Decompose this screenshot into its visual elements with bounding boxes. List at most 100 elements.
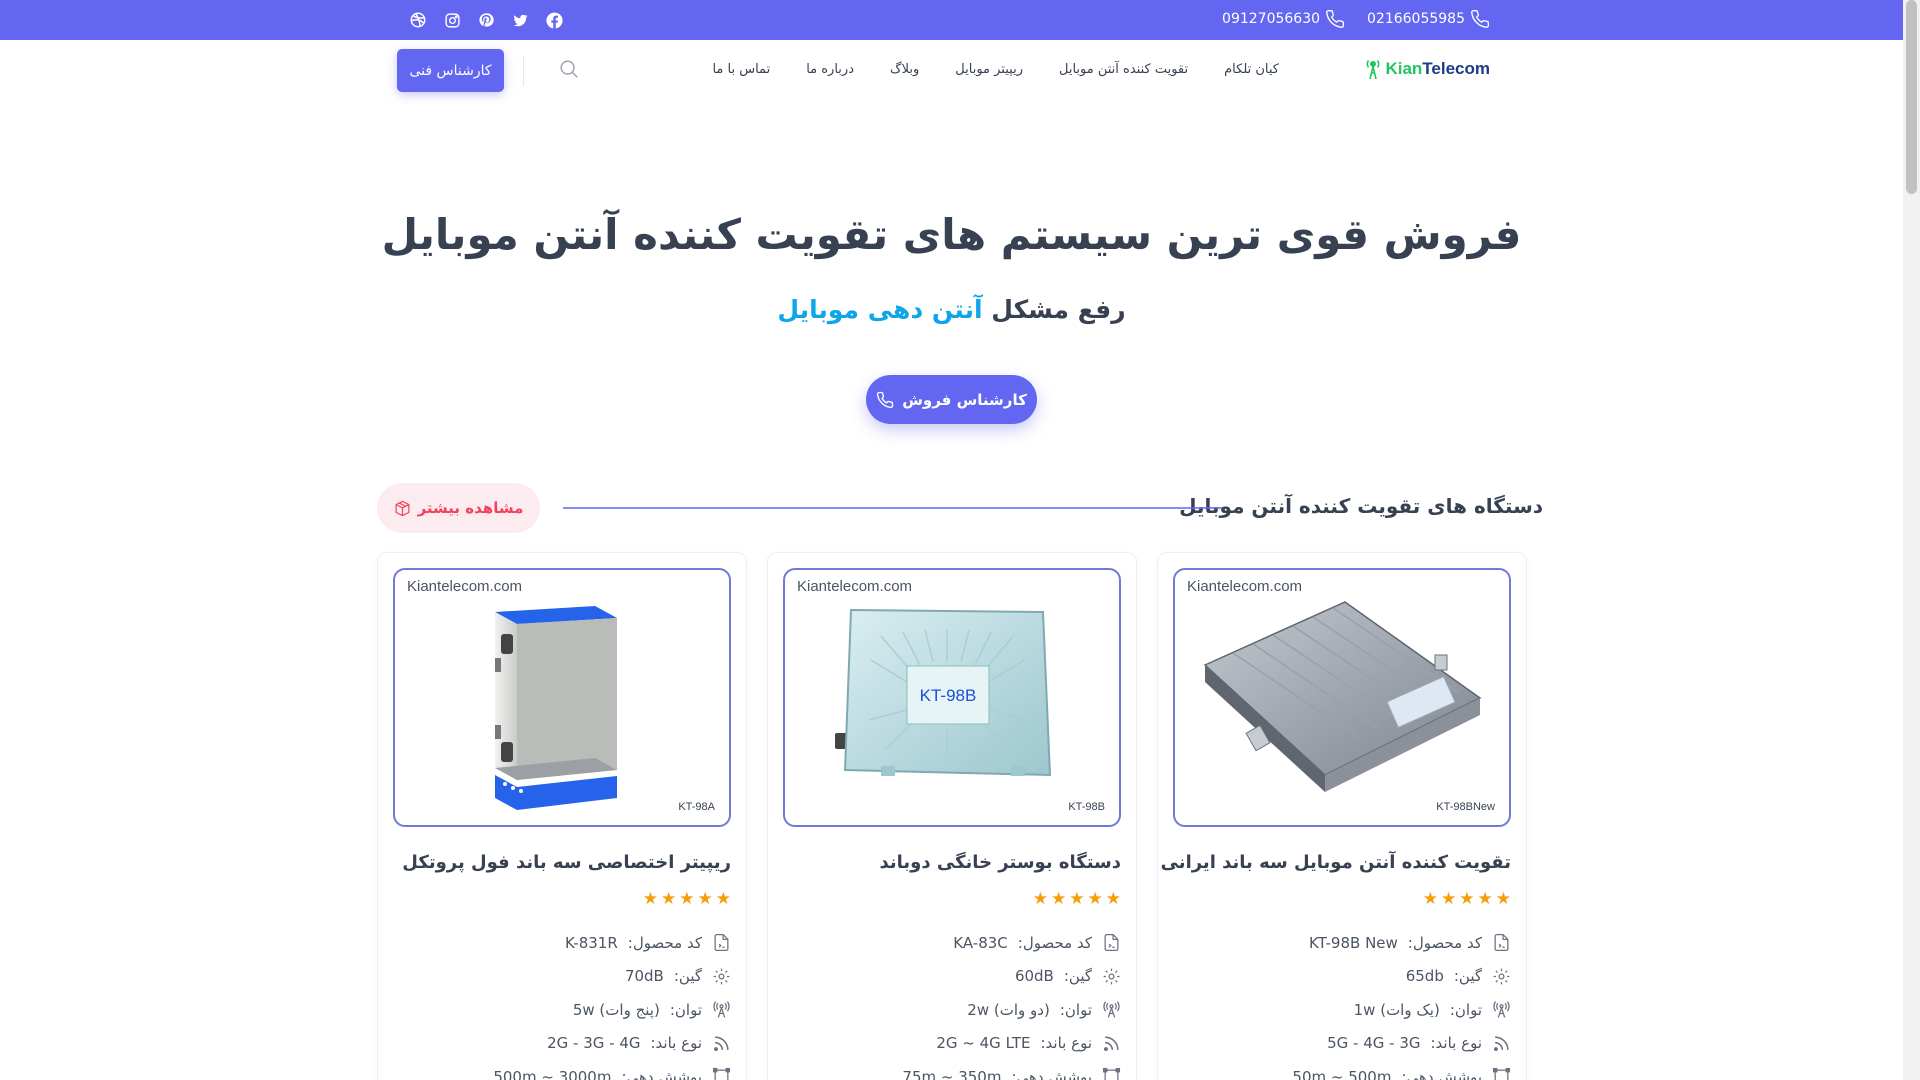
spec-power: توان: 5w (پنج وات) bbox=[493, 993, 731, 1027]
product-card: Kiantelecom.com KT-98A ریپیتر اختصاصی سه… bbox=[377, 552, 747, 1080]
nav-item-about[interactable]: درباره ما bbox=[806, 62, 854, 77]
product-card: Kiantelecom.com KT-98BNew تقویت کننده آن… bbox=[1157, 552, 1527, 1080]
spec-value: KA-83C bbox=[953, 933, 1008, 952]
sales-button-label: کارشناس فروش bbox=[902, 390, 1027, 409]
sales-expert-button[interactable]: کارشناس فروش bbox=[866, 375, 1037, 424]
image-model-label: KT-98BNew bbox=[1436, 801, 1495, 813]
hero-subtitle-prefix: رفع مشکل bbox=[991, 295, 1126, 324]
spec-value: 75m ~ 350m bbox=[902, 1067, 1002, 1080]
spec-coverage: پوشش دهی: 500m ~ 3000m bbox=[493, 1060, 731, 1080]
spec-label: توان: bbox=[1059, 1000, 1092, 1019]
section-title: دستگاه های تقویت کننده آنتن موبایل bbox=[1179, 494, 1543, 518]
spec-product-code: کد محصول: KA-83C bbox=[902, 926, 1121, 960]
phone-numbers: 09127056630 02166055985 bbox=[1222, 9, 1490, 29]
spec-label: نوع باند: bbox=[650, 1034, 703, 1053]
spec-value: 50m ~ 500m bbox=[1292, 1067, 1392, 1080]
area-icon bbox=[1102, 1068, 1121, 1080]
site-logo[interactable]: KianTelecom bbox=[1365, 58, 1490, 80]
antenna-icon bbox=[1493, 1001, 1510, 1018]
product-image[interactable]: KT-98B Kiantelecom.com KT-98B bbox=[783, 568, 1121, 827]
area-icon bbox=[712, 1068, 731, 1080]
dribbble-icon[interactable] bbox=[408, 10, 428, 30]
star-icon: ★ bbox=[1032, 889, 1048, 909]
repeater-cabinet-image bbox=[495, 606, 617, 810]
nav-item-antenna-booster[interactable]: تقویت کننده آنتن موبایل bbox=[1059, 62, 1188, 77]
star-icon: ★ bbox=[1069, 889, 1085, 909]
product-title[interactable]: ریپیتر اختصاصی سه باند فول پروتکل bbox=[402, 852, 731, 873]
document-icon bbox=[1104, 934, 1119, 952]
spec-value: KT-98B New bbox=[1309, 933, 1398, 952]
image-model-label: KT-98B bbox=[1068, 801, 1105, 813]
product-card: KT-98B Kiantelecom.com KT-98B دستگاه بوس… bbox=[767, 552, 1137, 1080]
product-image[interactable]: Kiantelecom.com KT-98A bbox=[393, 568, 731, 827]
spec-label: پوشش دهی: bbox=[621, 1067, 702, 1080]
star-icon: ★ bbox=[1495, 889, 1511, 909]
spec-gain: گین: 70dB bbox=[493, 960, 731, 994]
phone-icon bbox=[1326, 9, 1345, 28]
spec-label: گین: bbox=[673, 967, 702, 986]
gear-icon bbox=[1103, 968, 1120, 985]
star-icon: ★ bbox=[1422, 889, 1438, 909]
spec-label: نوع باند: bbox=[1040, 1034, 1093, 1053]
rating-stars: ★ ★ ★ ★ ★ bbox=[1423, 891, 1511, 908]
phone-icon bbox=[1471, 9, 1490, 28]
phone-number: 02166055985 bbox=[1367, 11, 1465, 27]
spec-label: گین: bbox=[1453, 967, 1482, 986]
twitter-icon[interactable] bbox=[510, 10, 530, 30]
product-title[interactable]: دستگاه بوستر خانگی دوباند bbox=[880, 852, 1122, 873]
nav-item-repeater[interactable]: ریپیتر موبایل bbox=[955, 62, 1023, 77]
spec-product-code: کد محصول: KT-98B New bbox=[1292, 926, 1511, 960]
star-icon: ★ bbox=[1051, 889, 1067, 909]
phone-link-2[interactable]: 09127056630 bbox=[1222, 9, 1345, 29]
star-icon: ★ bbox=[661, 889, 677, 909]
star-icon: ★ bbox=[642, 889, 658, 909]
spec-power: توان: 2w (دو وات) bbox=[902, 993, 1121, 1027]
spec-label: پوشش دهی: bbox=[1011, 1067, 1092, 1080]
spec-label: پوشش دهی: bbox=[1401, 1067, 1482, 1080]
rss-signal-icon bbox=[1103, 1036, 1119, 1051]
device-label: KT-98B bbox=[920, 686, 977, 705]
nav-item-contact[interactable]: تماس با ما bbox=[712, 62, 770, 77]
nav-item-blog[interactable]: وبلاگ bbox=[890, 62, 919, 77]
technical-expert-button[interactable]: کارشناس فنی bbox=[397, 49, 504, 92]
phone-link-1[interactable]: 02166055985 bbox=[1367, 9, 1490, 29]
phone-icon bbox=[877, 391, 894, 408]
spec-value: 5w (پنج وات) bbox=[572, 1000, 660, 1019]
product-specs: کد محصول: KA-83C گین: 60dB توان: 2w (دو … bbox=[902, 926, 1121, 1080]
rss-signal-icon bbox=[713, 1036, 729, 1051]
product-title[interactable]: تقویت کننده آنتن موبایل سه باند ایرانی bbox=[1161, 852, 1511, 873]
nav-divider bbox=[523, 56, 524, 86]
social-links bbox=[408, 10, 564, 30]
rss-signal-icon bbox=[1493, 1036, 1509, 1051]
instagram-icon[interactable] bbox=[442, 10, 462, 30]
pinterest-icon[interactable] bbox=[476, 10, 496, 30]
hero-subtitle-highlight: آنتن دهی موبایل bbox=[777, 295, 983, 324]
spec-label: کد محصول: bbox=[627, 933, 702, 952]
booster-device-image: KT-98B bbox=[835, 608, 1052, 777]
gear-icon bbox=[1493, 968, 1510, 985]
spec-label: کد محصول: bbox=[1017, 933, 1092, 952]
image-model-label: KT-98A bbox=[678, 801, 715, 813]
hero-title: فروش قوی ترین سیستم های تقویت کننده آنتن… bbox=[381, 210, 1522, 259]
spec-power: توان: 1w (یک وات) bbox=[1292, 993, 1511, 1027]
product-image[interactable]: Kiantelecom.com KT-98BNew bbox=[1173, 568, 1511, 827]
scrollbar-thumb[interactable] bbox=[1906, 0, 1917, 194]
star-icon: ★ bbox=[1477, 889, 1493, 909]
spec-value: 500m ~ 3000m bbox=[493, 1067, 612, 1080]
search-icon[interactable] bbox=[558, 58, 582, 82]
facebook-icon[interactable] bbox=[544, 10, 564, 30]
booster-device-image bbox=[1203, 601, 1482, 792]
star-icon: ★ bbox=[1087, 889, 1103, 909]
spec-band: نوع باند: 2G - 3G - 4G bbox=[493, 1027, 731, 1061]
spec-product-code: کد محصول: K-831R bbox=[493, 926, 731, 960]
gear-icon bbox=[713, 968, 730, 985]
view-more-button[interactable]: مشاهده بیشتر bbox=[377, 483, 540, 533]
page-scrollbar[interactable] bbox=[1903, 0, 1920, 1080]
star-icon: ★ bbox=[697, 889, 713, 909]
spec-label: توان: bbox=[669, 1000, 702, 1019]
hero-subtitle: رفع مشکل آنتن دهی موبایل bbox=[0, 295, 1903, 324]
spec-value: 65db bbox=[1405, 967, 1444, 986]
document-icon bbox=[1494, 934, 1509, 952]
product-specs: کد محصول: K-831R گین: 70dB توان: 5w (پنج… bbox=[493, 926, 731, 1080]
nav-item-home[interactable]: کیان تلکام bbox=[1224, 62, 1279, 77]
